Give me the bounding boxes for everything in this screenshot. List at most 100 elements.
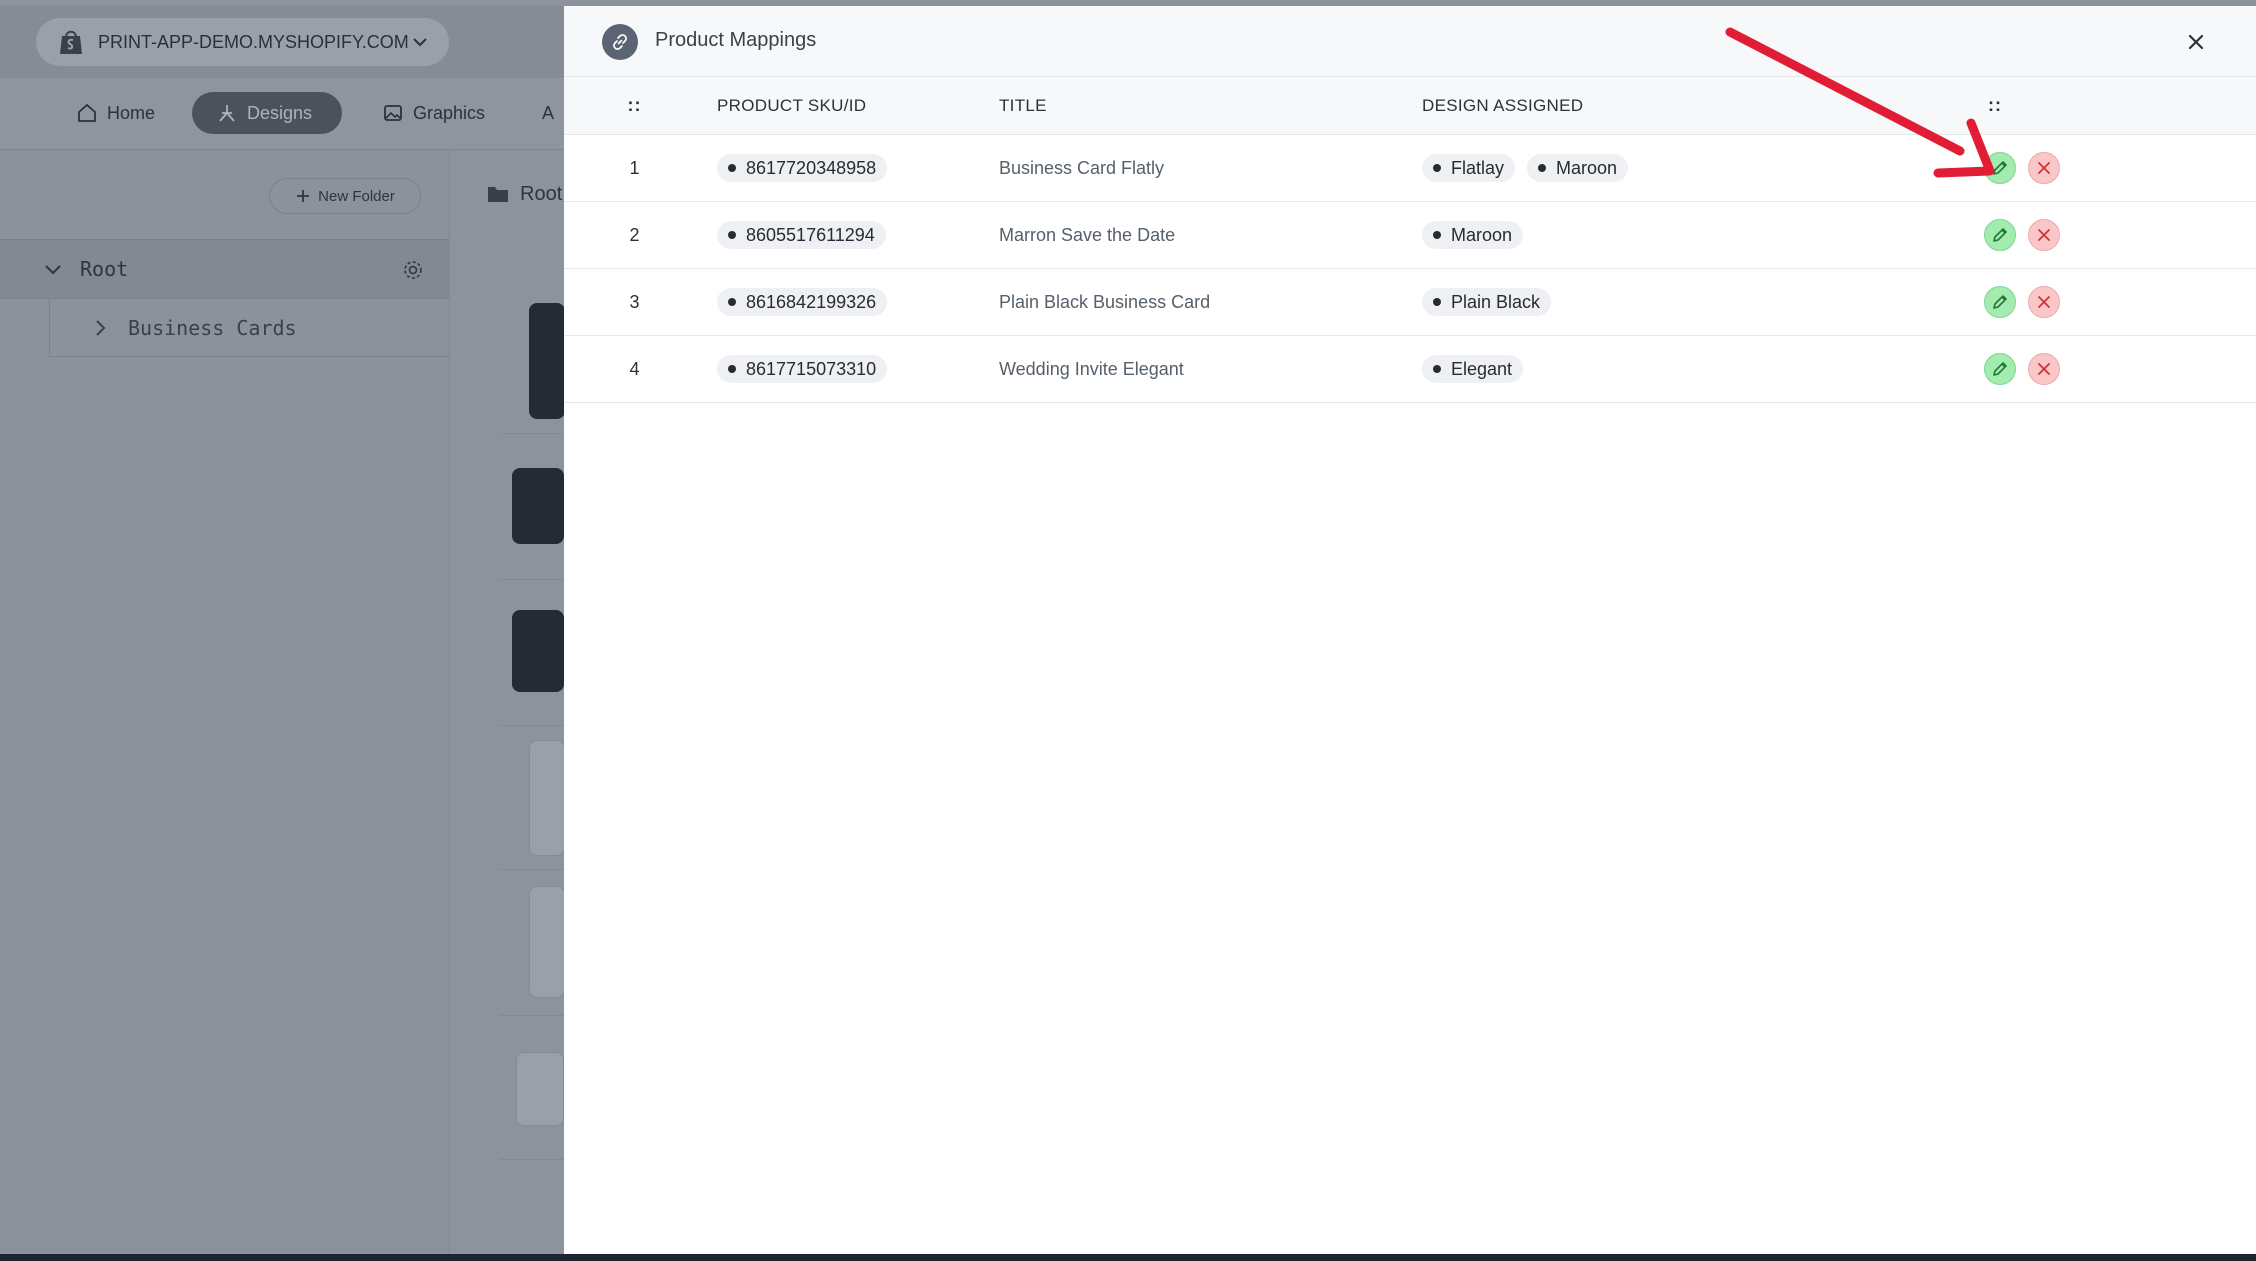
design-list-item[interactable] bbox=[500, 1016, 564, 1160]
folder-sidebar: New Folder Root Business Cards bbox=[0, 150, 450, 1254]
row-index: 2 bbox=[629, 224, 640, 245]
folder-icon bbox=[488, 187, 508, 202]
bullet-dot bbox=[1433, 298, 1441, 306]
row-index: 1 bbox=[629, 157, 640, 178]
design-list-item[interactable] bbox=[500, 726, 565, 870]
sku-badge: 8616842199326 bbox=[717, 288, 888, 316]
title-cell: Plain Black Business Card bbox=[999, 291, 1211, 312]
bullet-dot bbox=[1433, 365, 1441, 373]
store-bar: PRINT-APP-DEMO.MYSHOPIFY.COM bbox=[0, 6, 564, 78]
pencil-icon bbox=[1991, 360, 2009, 378]
home-icon bbox=[78, 103, 96, 122]
actions-cell bbox=[1984, 336, 2124, 402]
nav-designs[interactable]: Designs bbox=[192, 92, 342, 134]
nav-more[interactable]: A bbox=[542, 92, 564, 134]
tree-root-label: Root bbox=[80, 257, 129, 281]
tree-item-business-cards[interactable]: Business Cards bbox=[49, 299, 450, 357]
design-thumbnail bbox=[529, 740, 565, 856]
table-body: 1 8617720348958 Business Card Flatly Flatla… bbox=[564, 135, 2256, 403]
table-row[interactable]: 2 8605517611294 Marron Save the Date Maroon bbox=[564, 202, 2256, 269]
bullet-dot bbox=[728, 231, 736, 239]
tree-item-root[interactable]: Root bbox=[0, 239, 450, 299]
designs-icon bbox=[219, 105, 235, 122]
design-cell: Plain Black bbox=[1422, 269, 1552, 335]
x-icon bbox=[2035, 293, 2053, 311]
nav-home[interactable]: Home bbox=[54, 92, 179, 134]
sku-column-header: PRODUCT SKU/ID bbox=[717, 95, 867, 115]
design-tag-label: Elegant bbox=[1451, 358, 1513, 379]
x-icon bbox=[2035, 226, 2053, 244]
design-thumbnail bbox=[512, 468, 564, 544]
sku-value: 8616842199326 bbox=[746, 291, 877, 312]
edit-button[interactable] bbox=[1984, 286, 2016, 318]
nav-graphics[interactable]: Graphics bbox=[358, 92, 509, 134]
bottom-strip bbox=[0, 1254, 2256, 1261]
store-selector[interactable]: PRINT-APP-DEMO.MYSHOPIFY.COM bbox=[36, 18, 449, 66]
pencil-icon bbox=[1991, 293, 2009, 311]
table-row[interactable]: 3 8616842199326 Plain Black Business Card P… bbox=[564, 269, 2256, 336]
close-button[interactable] bbox=[2177, 23, 2215, 61]
bullet-dot bbox=[728, 298, 736, 306]
chevron-right-icon[interactable] bbox=[90, 318, 110, 338]
delete-button[interactable] bbox=[2028, 286, 2060, 318]
design-list-item[interactable] bbox=[500, 434, 564, 580]
drag-column-header[interactable]: :: bbox=[564, 77, 705, 134]
sku-cell: 8617715073310 bbox=[717, 336, 888, 402]
design-tag: Flatlay bbox=[1422, 154, 1516, 182]
bullet-dot bbox=[728, 164, 736, 172]
gear-icon[interactable] bbox=[401, 258, 425, 282]
table-header: :: PRODUCT SKU/ID TITLE DESIGN ASSIGNED … bbox=[564, 77, 2256, 135]
design-tag: Maroon bbox=[1527, 154, 1629, 182]
nav-designs-label: Designs bbox=[247, 102, 313, 123]
shopify-bag-icon bbox=[60, 30, 82, 54]
row-index: 3 bbox=[629, 291, 640, 312]
actions-column-header[interactable]: :: bbox=[1966, 77, 2024, 134]
design-list-item[interactable] bbox=[500, 580, 564, 726]
bullet-dot bbox=[728, 365, 736, 373]
modal-title: Product Mappings bbox=[655, 29, 817, 51]
sku-value: 8617715073310 bbox=[746, 358, 877, 379]
row-index: 4 bbox=[629, 358, 640, 379]
link-icon bbox=[602, 24, 638, 60]
sku-value: 8605517611294 bbox=[746, 224, 875, 245]
chevron-down-icon bbox=[413, 38, 427, 47]
design-list-item[interactable] bbox=[500, 288, 565, 434]
title-column-header: TITLE bbox=[999, 95, 1047, 115]
delete-button[interactable] bbox=[2028, 152, 2060, 184]
x-icon bbox=[2035, 360, 2053, 378]
bullet-dot bbox=[1538, 164, 1547, 172]
sku-value: 8617720348958 bbox=[746, 157, 877, 178]
title-cell: Business Card Flatly bbox=[999, 157, 1165, 178]
new-folder-label: New Folder bbox=[318, 187, 395, 205]
new-folder-button[interactable]: New Folder bbox=[269, 178, 421, 214]
design-tag: Maroon bbox=[1422, 221, 1524, 249]
nav-more-label: A bbox=[542, 102, 555, 123]
image-icon bbox=[384, 105, 402, 121]
edit-button[interactable] bbox=[1984, 219, 2016, 251]
breadcrumb-root: Root bbox=[520, 182, 563, 205]
delete-button[interactable] bbox=[2028, 353, 2060, 385]
sku-cell: 8617720348958 bbox=[717, 135, 888, 201]
design-thumbnail bbox=[529, 886, 565, 998]
content-breadcrumb: Root bbox=[486, 178, 562, 210]
design-thumbnail bbox=[516, 1052, 564, 1126]
delete-button[interactable] bbox=[2028, 219, 2060, 251]
edit-button[interactable] bbox=[1984, 152, 2016, 184]
table-row[interactable]: 1 8617720348958 Business Card Flatly Flatla… bbox=[564, 135, 2256, 202]
pencil-icon bbox=[1991, 226, 2009, 244]
table-row[interactable]: 4 8617715073310 Wedding Invite Elegant Eleg… bbox=[564, 336, 2256, 403]
chevron-down-icon[interactable] bbox=[42, 258, 64, 280]
design-thumbnail bbox=[512, 610, 564, 692]
design-list-item[interactable] bbox=[500, 870, 565, 1016]
title-cell: Wedding Invite Elegant bbox=[999, 358, 1184, 379]
design-tag-label: Maroon bbox=[1556, 157, 1618, 178]
plus-icon bbox=[297, 190, 310, 202]
sku-badge: 8617720348958 bbox=[717, 154, 888, 182]
design-tag: Elegant bbox=[1422, 355, 1524, 383]
title-cell: Marron Save the Date bbox=[999, 224, 1176, 245]
design-tag-label: Maroon bbox=[1451, 224, 1513, 245]
edit-button[interactable] bbox=[1984, 353, 2016, 385]
actions-cell bbox=[1984, 135, 2124, 201]
sku-badge: 8605517611294 bbox=[717, 221, 886, 249]
close-icon bbox=[2188, 34, 2204, 50]
